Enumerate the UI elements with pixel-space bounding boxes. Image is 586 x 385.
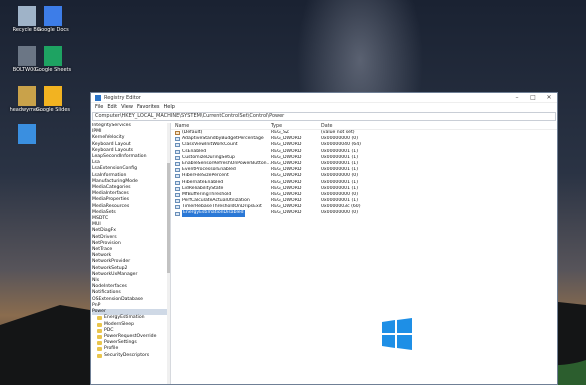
windows-logo-icon	[382, 317, 412, 350]
folder-icon	[97, 341, 102, 346]
table-row-selected[interactable]: EnergyEstimationDisabled REG_DWORD 0x00000…	[171, 210, 557, 217]
desktop-icon-label: Google Docs	[37, 27, 69, 33]
desktop-icon[interactable]: Google Docs	[30, 6, 76, 33]
watermark-logo: Win10 之家 www.win10xitong.com	[380, 312, 539, 355]
binary-value-icon	[175, 199, 180, 204]
tree-child-item[interactable]: SecurityDescriptors	[92, 353, 170, 359]
binary-value-icon	[175, 211, 180, 216]
column-data[interactable]: Date	[321, 123, 401, 129]
desktop-icon[interactable]	[4, 124, 50, 145]
binary-value-icon	[175, 186, 180, 191]
value-type: REG_DWORD	[271, 210, 302, 216]
value-data: 0x00000000 (0)	[321, 210, 358, 216]
menu-file[interactable]: File	[95, 104, 103, 110]
google-slides-icon	[44, 86, 62, 106]
watermark-url: www.win10xitong.com	[420, 345, 509, 355]
binary-value-icon	[175, 143, 180, 148]
menu-view[interactable]: View	[121, 104, 133, 110]
folder-icon	[97, 322, 102, 327]
binary-value-icon	[175, 149, 180, 154]
title-bar[interactable]: Registry Editor – □ ✕	[91, 93, 557, 103]
desktop-icon[interactable]: Google Sheets	[30, 46, 76, 73]
binary-value-icon	[175, 168, 180, 173]
folder-icon	[97, 316, 102, 321]
folder-icon	[97, 335, 102, 339]
address-bar[interactable]: Computer\HKEY_LOCAL_MACHINE\SYSTEM\Curre…	[92, 112, 556, 121]
binary-value-icon	[175, 192, 180, 197]
folder-icon	[97, 328, 102, 333]
tree-child-label: SecurityDescriptors	[104, 352, 150, 358]
minimize-button[interactable]: –	[509, 93, 525, 103]
list-header: Name Type Date	[171, 123, 557, 130]
binary-value-icon	[175, 162, 180, 167]
close-button[interactable]: ✕	[541, 93, 557, 103]
cell-name: EnergyEstimationDisabled	[171, 210, 271, 217]
menu-favorites[interactable]: Favorites	[137, 104, 160, 110]
maximize-button[interactable]: □	[525, 93, 541, 103]
menu-help[interactable]: Help	[164, 104, 175, 110]
registry-tree[interactable]: IntegrityServices IPMI KernelVelocity Keybo…	[91, 123, 171, 384]
folder-icon	[97, 347, 102, 352]
binary-value-icon	[175, 180, 180, 185]
menu-edit[interactable]: Edit	[107, 104, 117, 110]
folder-icon	[97, 353, 102, 358]
menu-bar: File Edit View Favorites Help	[91, 103, 557, 111]
tree-scrollbar-thumb[interactable]	[167, 163, 170, 273]
desktop-icon-label: Google Slides	[35, 107, 71, 113]
binary-value-icon	[175, 137, 180, 142]
string-value-icon	[175, 131, 180, 136]
column-type[interactable]: Type	[271, 123, 321, 129]
desktop-icon-label: Google Sheets	[34, 67, 72, 73]
google-sheets-icon	[44, 46, 62, 66]
monitor-icon	[18, 124, 36, 144]
registry-editor-icon	[95, 94, 101, 101]
window-title: Registry Editor	[104, 94, 141, 101]
watermark-brand: Win10 之家	[420, 317, 539, 342]
binary-value-icon	[175, 155, 180, 160]
desktop-icon[interactable]: Google Slides	[30, 86, 76, 113]
tree-scrollbar[interactable]	[167, 123, 170, 384]
value-name: EnergyEstimationDisabled	[182, 210, 245, 217]
google-docs-icon	[44, 6, 62, 26]
column-name[interactable]: Name	[171, 123, 271, 129]
binary-value-icon	[175, 205, 180, 210]
binary-value-icon	[175, 174, 180, 179]
